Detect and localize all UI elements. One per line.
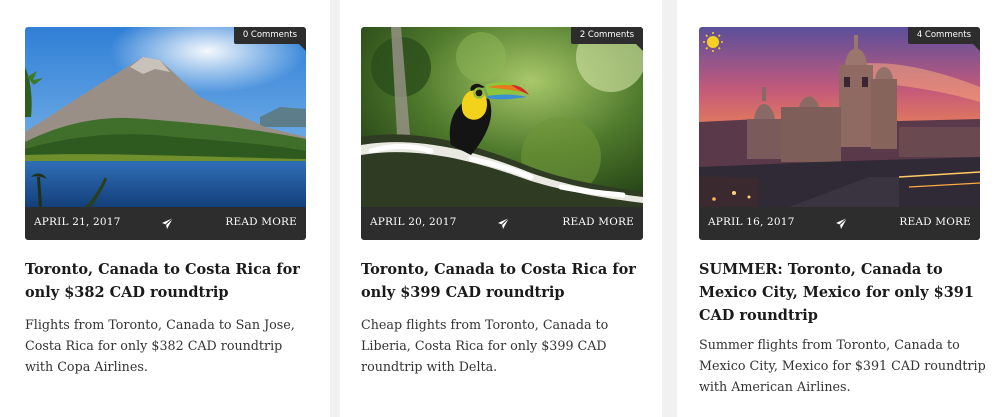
post-excerpt: Cheap flights from Toronto, Canada to Li… <box>361 317 609 374</box>
post-card: 2 Comments APRIL 20, 2017 READ MORE Toro… <box>340 0 662 417</box>
post-title-link[interactable]: Toronto, Canada to Costa Rica for only $… <box>361 258 647 304</box>
comments-count-badge[interactable]: 0 Comments <box>233 27 306 51</box>
post-title-link[interactable]: SUMMER: Toronto, Canada to Mexico City, … <box>699 258 989 327</box>
toucan-photo[interactable] <box>361 27 643 207</box>
post-meta-bar: APRIL 16, 2017 READ MORE <box>699 207 980 240</box>
read-more-link[interactable]: READ MORE <box>899 216 971 228</box>
post-media: 4 Comments APRIL 16, 2017 READ MORE <box>699 27 980 240</box>
post-media: 2 Comments APRIL 20, 2017 READ MORE <box>361 27 643 240</box>
post-media: 0 Comments APRIL 21, 2017 READ MORE <box>25 27 306 240</box>
paper-plane-icon[interactable] <box>835 217 848 230</box>
read-more-link[interactable]: READ MORE <box>225 216 297 228</box>
post-card: 4 Comments APRIL 16, 2017 READ MORE SUMM… <box>677 0 1000 417</box>
post-date: APRIL 20, 2017 <box>370 216 457 228</box>
post-title-link[interactable]: Toronto, Canada to Costa Rica for only $… <box>25 258 310 304</box>
comments-count-badge[interactable]: 2 Comments <box>570 27 643 51</box>
post-excerpt: Summer flights from Toronto, Canada to M… <box>699 337 986 394</box>
post-meta-bar: APRIL 21, 2017 READ MORE <box>25 207 306 240</box>
paper-plane-icon[interactable] <box>161 217 174 230</box>
read-more-link[interactable]: READ MORE <box>562 216 634 228</box>
post-excerpt: Flights from Toronto, Canada to San Jose… <box>25 317 295 374</box>
post-card: 0 Comments APRIL 21, 2017 READ MORE Toro… <box>0 0 330 417</box>
mexico-city-cathedral-photo[interactable] <box>699 27 980 207</box>
post-meta-bar: APRIL 20, 2017 READ MORE <box>361 207 643 240</box>
post-grid: 0 Comments APRIL 21, 2017 READ MORE Toro… <box>0 0 1000 417</box>
volcano-lake-photo[interactable] <box>25 27 306 207</box>
paper-plane-icon[interactable] <box>497 217 510 230</box>
comments-count-badge[interactable]: 4 Comments <box>907 27 980 51</box>
post-date: APRIL 21, 2017 <box>34 216 121 228</box>
post-date: APRIL 16, 2017 <box>708 216 795 228</box>
